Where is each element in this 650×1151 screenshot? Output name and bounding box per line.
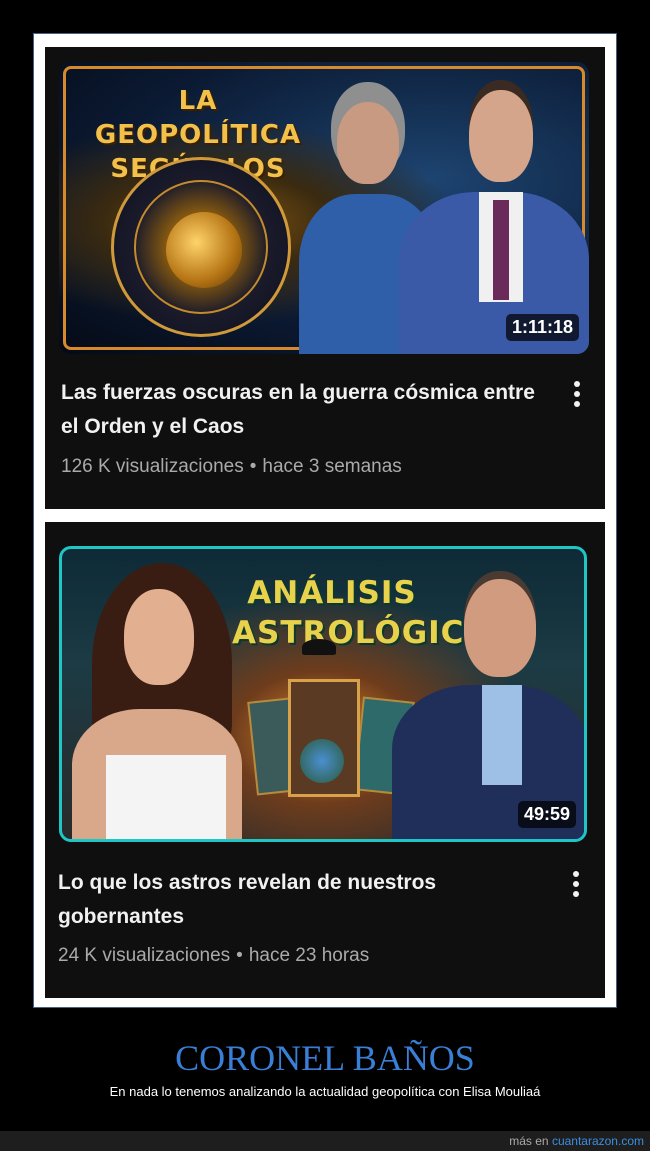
video-title[interactable]: Las fuerzas oscuras en la guerra cósmica… — [61, 376, 556, 444]
video-thumbnail[interactable]: ANÁLISIS ASTROLÓGICO 49:59 — [59, 546, 587, 842]
more-vert-icon[interactable] — [571, 871, 581, 901]
meme-title: CORONEL BAÑOS — [175, 1038, 475, 1078]
video-card[interactable]: ANÁLISIS ASTROLÓGICO 49:59 Lo que los as… — [45, 522, 605, 998]
video-card[interactable]: LA GEOPOLÍTICA SEGÚN LOS ASTROS 1:11:18 … — [45, 47, 605, 509]
site-footer: más en cuantarazon.com — [0, 1131, 650, 1151]
zodiac-wheel-image — [111, 157, 291, 337]
guest-figure — [399, 80, 589, 354]
upload-age: hace 3 semanas — [262, 456, 402, 477]
view-count: 24 K visualizaciones — [58, 945, 231, 966]
video-duration: 49:59 — [517, 801, 576, 828]
video-meta: 24 K visualizaciones • hace 23 horas — [58, 945, 369, 967]
video-meta: 126 K visualizaciones • hace 3 semanas — [61, 456, 402, 478]
video-title[interactable]: Lo que los astros revelan de nuestros go… — [58, 866, 553, 934]
meta-separator: • — [249, 456, 257, 477]
meme-subtitle: En nada lo tenemos analizando la actuali… — [109, 1084, 541, 1099]
video-duration: 1:11:18 — [505, 314, 579, 341]
site-link[interactable]: cuantarazon.com — [552, 1134, 644, 1148]
footer-prefix: más en — [509, 1134, 549, 1148]
upload-age: hace 23 horas — [248, 945, 370, 966]
view-count: 126 K visualizaciones — [61, 456, 244, 477]
meta-separator: • — [236, 945, 243, 966]
more-vert-icon[interactable] — [572, 381, 582, 411]
woman-figure — [62, 559, 262, 839]
video-thumbnail[interactable]: LA GEOPOLÍTICA SEGÚN LOS ASTROS 1:11:18 — [59, 62, 589, 354]
